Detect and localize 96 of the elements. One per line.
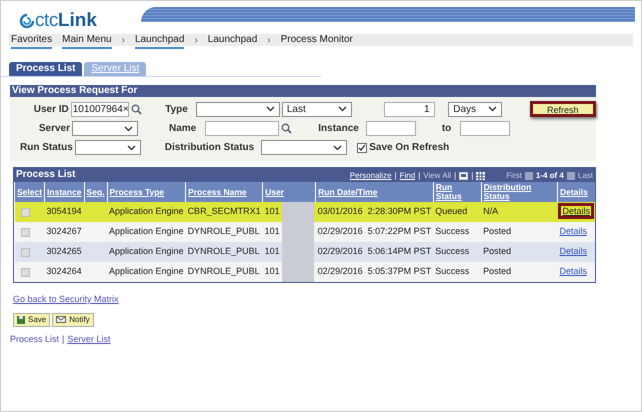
link-separator: | — [62, 332, 64, 346]
field-label: Save On Refresh — [369, 141, 450, 155]
breadcrumb-separator: › — [194, 34, 198, 48]
period-dropdown[interactable]: Last — [282, 102, 352, 116]
link-separator: | — [454, 170, 456, 182]
notify-button[interactable]: Notify — [52, 312, 94, 326]
instance-field[interactable] — [366, 121, 416, 136]
distribution-status-dropdown[interactable] — [261, 140, 348, 155]
breadcrumb-separator: › — [122, 34, 125, 48]
download-grid-icon[interactable] — [476, 172, 486, 180]
redaction-blur — [282, 202, 314, 222]
find-link[interactable]: Find — [400, 170, 416, 182]
row-checkbox[interactable] — [20, 228, 30, 236]
field-label: Type — [165, 102, 188, 116]
table-cell-text: 101 — [264, 245, 280, 258]
table-cell: Success — [433, 242, 482, 262]
view-all-link[interactable]: View All — [423, 170, 452, 182]
server-dropdown[interactable] — [72, 121, 138, 136]
row-checkbox[interactable] — [20, 208, 30, 216]
redaction-blur — [282, 262, 314, 282]
run-status-dropdown[interactable] — [74, 140, 141, 155]
previous-icon — [524, 172, 533, 180]
link-separator: | — [394, 170, 397, 182]
table-cell: DYNROLE_PUBL — [186, 242, 263, 262]
user-id-field[interactable]: 101007964× — [70, 102, 129, 116]
row-count: 1-4 of 4 — [536, 170, 564, 182]
type-dropdown[interactable] — [196, 102, 280, 116]
checkbox[interactable] — [357, 142, 368, 152]
breadcrumb-item[interactable]: Main Menu — [62, 32, 112, 48]
footer-link[interactable]: Server List — [67, 332, 110, 346]
table-cell: Success — [433, 262, 482, 282]
breadcrumb-separator: › — [267, 34, 271, 48]
swirl-icon — [19, 13, 35, 30]
next-icon — [566, 172, 575, 180]
field-label: to — [442, 122, 452, 136]
table-row[interactable]: 3024267 Application Engine DYNROLE_PUBL 101 02/29/2016 5:07:22PM PST Success Posted Details — [14, 222, 595, 242]
table-cell: N/A — [481, 202, 558, 222]
table-cell: 02/29/2016 5:07:22PM PST — [316, 222, 434, 242]
table-cell: Success — [433, 222, 482, 242]
table-cell: 3054194 — [44, 202, 84, 222]
table-cell: 3024267 — [44, 222, 84, 242]
table-cell: DYNROLE_PUBL — [186, 222, 263, 242]
section-header: View Process Request For — [10, 85, 596, 97]
save-button[interactable]: Save — [13, 312, 50, 326]
unit-dropdown[interactable]: Days — [448, 102, 502, 116]
search-icon[interactable] — [281, 123, 292, 134]
to-field[interactable] — [460, 121, 510, 136]
tab[interactable]: Process List — [9, 62, 82, 76]
table-cell: Application Engine — [107, 222, 186, 242]
zoom-grid-icon[interactable] — [459, 172, 468, 180]
table-cell-text: 101 — [264, 225, 280, 238]
table-cell: Queued — [433, 202, 482, 222]
details-link[interactable]: Details — [558, 266, 588, 276]
breadcrumb-item[interactable]: Favorites — [11, 32, 52, 48]
envelope-icon — [56, 316, 66, 323]
footer-link[interactable]: Process List — [10, 332, 60, 346]
back-link[interactable]: Go back to Security Matrix — [13, 293, 119, 306]
grid-title: Process List — [16, 168, 76, 182]
field-label: Instance — [318, 122, 359, 136]
table-cell: 02/29/2016 5:06:14PM PST — [316, 242, 434, 262]
table-cell: 3024264 — [44, 262, 84, 282]
table-cell: DYNROLE_PUBL — [186, 262, 263, 282]
table-cell: 02/29/2016 5:05:37PM PST — [316, 262, 434, 282]
table-cell: Posted — [481, 222, 558, 242]
table-cell: 03/01/2016 2:28:30PM PST — [316, 202, 434, 222]
table-cell: Application Engine — [107, 202, 186, 222]
field-label: Run Status — [20, 141, 73, 155]
clear-button[interactable]: × — [122, 102, 129, 116]
table-cell: Posted — [481, 242, 558, 262]
row-checkbox[interactable] — [20, 268, 30, 276]
amount-field[interactable]: 1 — [384, 102, 435, 116]
table-cell: Application Engine — [107, 262, 186, 282]
details-link[interactable]: Details — [558, 226, 588, 236]
name-field[interactable] — [205, 121, 280, 136]
field-label: Server — [38, 122, 70, 136]
table-cell-text: 101 — [264, 265, 280, 278]
breadcrumb-item[interactable]: Process Monitor — [280, 32, 353, 48]
table-cell-text: 101 — [264, 205, 280, 218]
link-separator: | — [418, 170, 420, 182]
table-cell: 3024265 — [44, 242, 84, 262]
breadcrumb-item[interactable]: Launchpad — [208, 32, 258, 48]
row-checkbox[interactable] — [20, 248, 30, 256]
table-cell: CBR_SECMTRX1 — [186, 202, 263, 222]
link-separator: | — [471, 170, 474, 182]
breadcrumb-item[interactable]: Launchpad — [134, 32, 184, 48]
table-cell: Posted — [481, 262, 558, 282]
refresh-button[interactable]: Refresh — [530, 101, 596, 117]
table-cell: Application Engine — [107, 242, 186, 262]
personalize-link[interactable]: Personalize — [350, 170, 392, 182]
field-label: Name — [169, 122, 196, 136]
details-link[interactable]: Details — [558, 203, 594, 220]
search-icon[interactable] — [130, 104, 142, 114]
field-label: Distribution Status — [164, 141, 254, 155]
field-label: User ID — [32, 102, 69, 116]
details-link[interactable]: Details — [558, 246, 588, 256]
table-row[interactable]: 3024264 Application Engine DYNROLE_PUBL 101 02/29/2016 5:05:37PM PST Success Posted Details — [14, 262, 595, 282]
